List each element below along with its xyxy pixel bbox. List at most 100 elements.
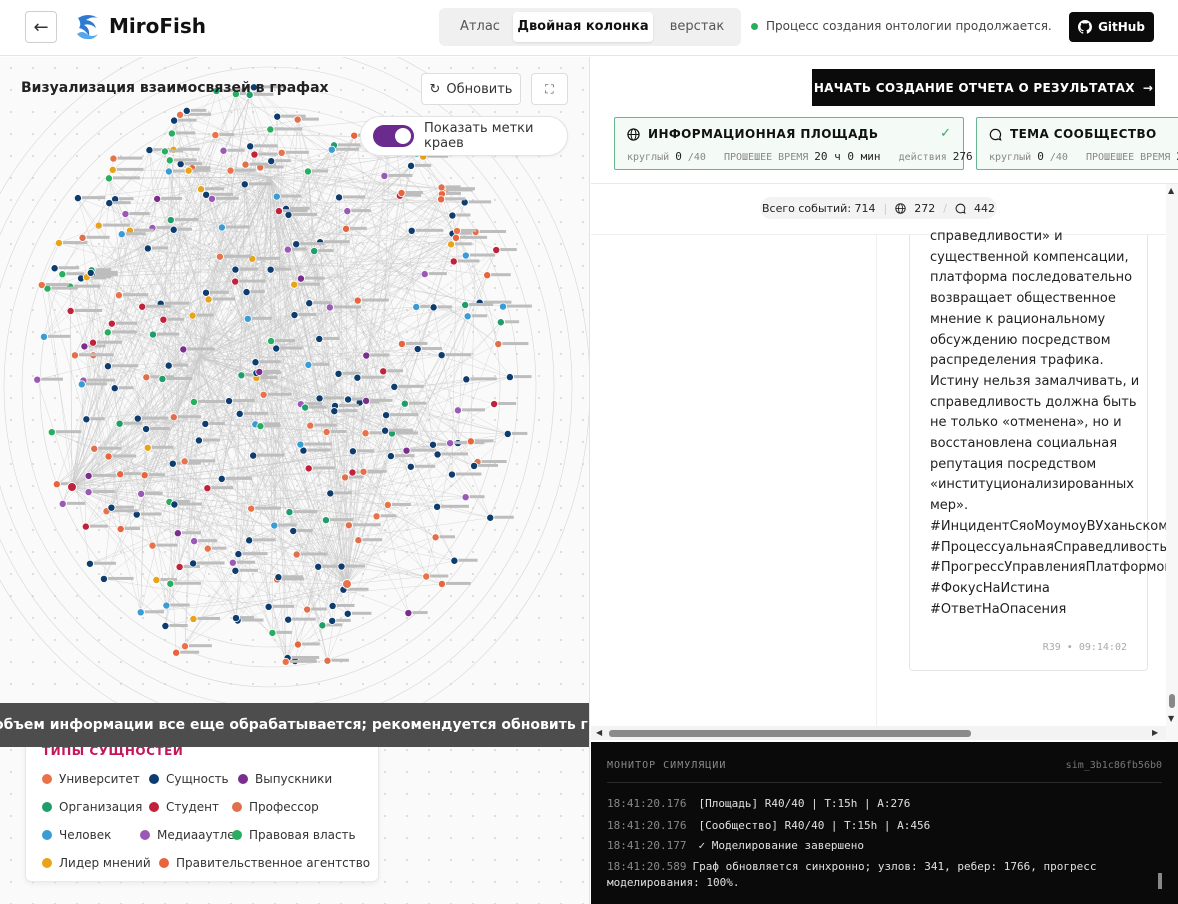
graph-node[interactable]	[315, 394, 324, 403]
graph-node[interactable]	[197, 185, 206, 194]
graph-node[interactable]	[353, 373, 362, 382]
graph-node[interactable]	[160, 147, 169, 156]
scroll-left-icon[interactable]: ◀	[596, 728, 602, 737]
graph-node[interactable]	[165, 156, 174, 165]
graph-node[interactable]	[270, 521, 279, 530]
graph-node[interactable]	[341, 473, 350, 482]
graph-node[interactable]	[304, 360, 313, 369]
graph-node[interactable]	[407, 226, 416, 235]
graph-node[interactable]	[170, 500, 179, 509]
graph-node[interactable]	[362, 351, 371, 360]
feed-horizontal-scrollbar[interactable]: ◀ ▶	[591, 726, 1166, 740]
graph-node[interactable]	[152, 576, 161, 585]
graph-node[interactable]	[496, 318, 505, 327]
graph-node[interactable]	[272, 192, 281, 201]
graph-node[interactable]	[372, 512, 381, 521]
graph-node[interactable]	[343, 609, 352, 618]
scroll-thumb[interactable]	[1169, 694, 1175, 708]
graph-node[interactable]	[202, 288, 211, 297]
graph-node[interactable]	[207, 194, 216, 203]
graph-node[interactable]	[237, 371, 246, 380]
graph-node[interactable]	[290, 311, 299, 320]
legend-item[interactable]: Правительственное агентство	[159, 856, 370, 870]
graph-node[interactable]	[203, 484, 212, 493]
graph-node[interactable]	[243, 314, 252, 323]
graph-node[interactable]	[173, 529, 182, 538]
graph-node[interactable]	[240, 180, 249, 189]
graph-hub-node[interactable]	[342, 579, 352, 589]
graph-node[interactable]	[194, 436, 203, 445]
legend-item[interactable]: Лидер мнений	[42, 856, 151, 870]
graph-node[interactable]	[164, 167, 173, 176]
graph-node[interactable]	[437, 183, 446, 192]
graph-node[interactable]	[189, 559, 198, 568]
graph-node[interactable]	[180, 642, 189, 651]
graph-node[interactable]	[266, 265, 275, 274]
graph-node[interactable]	[58, 270, 67, 279]
graph-node[interactable]	[251, 358, 260, 367]
graph-node[interactable]	[182, 106, 191, 115]
graph-node[interactable]	[397, 189, 406, 198]
graph-node[interactable]	[211, 131, 220, 140]
graph-node[interactable]	[463, 312, 472, 321]
graph-node[interactable]	[189, 614, 198, 623]
graph-node[interactable]	[292, 550, 301, 559]
graph-node[interactable]	[115, 419, 124, 428]
graph-node[interactable]	[104, 452, 113, 461]
graph-node[interactable]	[322, 427, 331, 436]
graph-node[interactable]	[348, 468, 357, 477]
graph-node[interactable]	[110, 384, 119, 393]
graph-node[interactable]	[350, 131, 359, 140]
graph-node[interactable]	[462, 375, 471, 384]
graph-node[interactable]	[169, 225, 178, 234]
graph-node[interactable]	[47, 428, 56, 437]
graph-node[interactable]	[301, 403, 310, 412]
graph-node[interactable]	[73, 194, 82, 203]
graph-node[interactable]	[343, 207, 352, 216]
graph-node[interactable]	[315, 334, 324, 343]
graph-node[interactable]	[268, 628, 277, 637]
graph-node[interactable]	[505, 373, 514, 382]
graph-node[interactable]	[449, 257, 458, 266]
graph-node[interactable]	[77, 380, 86, 389]
graph-node[interactable]	[225, 397, 234, 406]
graph-node[interactable]	[284, 615, 293, 624]
graph-node[interactable]	[326, 489, 335, 498]
graph-node[interactable]	[359, 467, 368, 476]
graph-node[interactable]	[184, 166, 193, 175]
graph-node[interactable]	[461, 251, 470, 260]
graph-node[interactable]	[362, 396, 371, 405]
legend-item[interactable]: Выпускники	[238, 772, 332, 786]
graph-node[interactable]	[382, 411, 391, 420]
graph-node[interactable]	[266, 125, 275, 134]
graph-node[interactable]	[390, 382, 399, 391]
graph-node[interactable]	[446, 439, 455, 448]
graph-node[interactable]	[406, 462, 415, 471]
graph-node[interactable]	[267, 157, 276, 166]
graph-node[interactable]	[33, 375, 42, 384]
graph-node[interactable]	[158, 374, 167, 383]
graph-node[interactable]	[70, 351, 79, 360]
graph-node[interactable]	[321, 516, 330, 525]
graph-node[interactable]	[470, 461, 479, 470]
tab-workbench[interactable]: верстак	[659, 12, 735, 42]
graph-node[interactable]	[284, 210, 293, 219]
graph-node[interactable]	[433, 502, 442, 511]
graph-node[interactable]	[231, 265, 240, 274]
graph-node[interactable]	[448, 211, 457, 220]
graph-node[interactable]	[215, 252, 224, 261]
graph-node[interactable]	[226, 166, 235, 175]
graph-node[interactable]	[325, 303, 334, 312]
event-post-card[interactable]: справедливости» и существенной компенсац…	[909, 229, 1178, 671]
graph-node[interactable]	[461, 493, 470, 502]
graph-node[interactable]	[167, 129, 176, 138]
graph-node[interactable]	[231, 277, 240, 286]
graph-node[interactable]	[305, 299, 314, 308]
graph-node[interactable]	[247, 504, 256, 513]
scroll-thumb[interactable]	[609, 730, 971, 737]
github-button[interactable]: GitHub	[1069, 12, 1154, 42]
graph-node[interactable]	[461, 300, 470, 309]
graph-node[interactable]	[109, 154, 118, 163]
graph-node[interactable]	[103, 328, 112, 337]
graph-node[interactable]	[189, 397, 198, 406]
